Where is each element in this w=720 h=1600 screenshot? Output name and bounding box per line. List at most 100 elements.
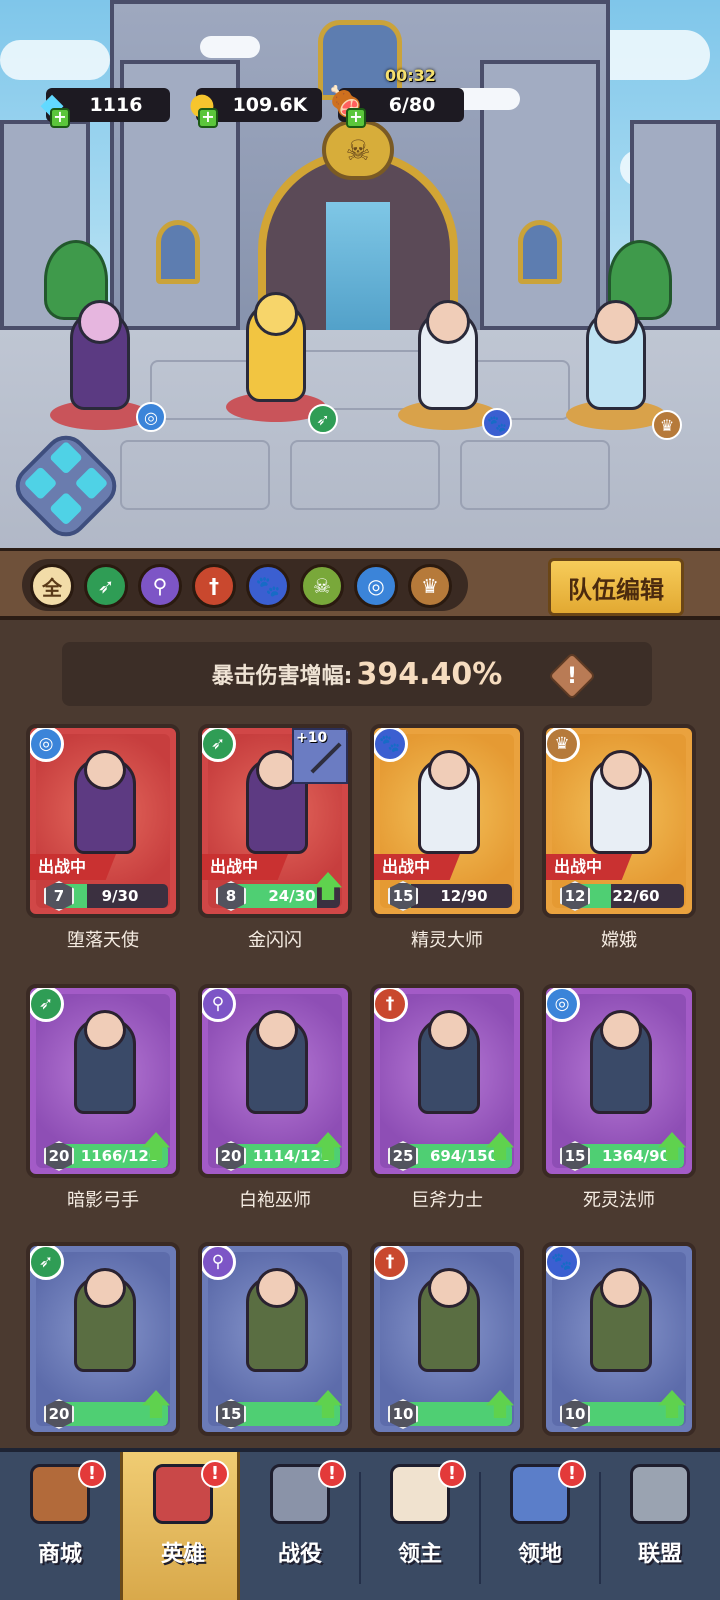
floor-tile [460,440,610,510]
hero-card[interactable]: 🐾 10 [542,1242,696,1436]
alert-badge: ! [318,1460,346,1488]
bow-icon: ➶ [308,404,338,434]
hero-portrait-head [428,750,470,790]
hero-portrait-head [600,750,642,790]
hero-card[interactable]: ➶ 1166/120 20 [26,984,180,1178]
bow-icon: ➶ [202,728,236,762]
hero-name: 堕落天使 [67,930,139,951]
dpad-cell [49,440,83,475]
deployed-tag: 出战中 [546,854,632,880]
swirl-icon: ◎ [546,988,580,1022]
battle-scene: ☠ 1116 ◆ + 109.6K ● + 6/80 🍖 + 00:32 ◎ ➶… [0,0,720,548]
gold-value: 109.6K [232,94,308,116]
staff-icon: ⚲ [202,988,236,1022]
nav-divider [479,1472,481,1584]
field-hero-golden-knight[interactable] [216,292,336,422]
snow [200,36,260,58]
nav-item-hero-cards[interactable]: ! 英雄 [120,1452,240,1600]
nav-label: 商城 [37,1542,82,1567]
field-hero-change[interactable] [556,300,676,430]
add-gems-button[interactable]: + [50,108,70,128]
hero-name: 白袍巫师 [239,1190,311,1211]
sword-icon: † [374,988,408,1022]
shard-progress-text: 12/90 [440,887,488,905]
team-edit-button[interactable]: 队伍编辑 [548,558,684,616]
hero-card[interactable]: ◎ 1364/90 15 [542,984,696,1178]
nav-item-castle[interactable]: ! 领地 [480,1452,600,1600]
hero-portrait-head [600,1268,642,1308]
hero-card[interactable]: † 10 [370,1242,524,1436]
paw-icon: 🐾 [255,574,281,598]
hero-card[interactable]: ➶ 20 [26,1242,180,1436]
stamina-value: 6/80 [388,94,436,116]
filter-sword[interactable]: † [192,564,236,608]
filter-bow[interactable]: ➶ [84,564,128,608]
hero-portrait-head [84,750,126,790]
hero-head [594,300,638,344]
hero-card[interactable]: 🐾 出战中 12/90 15 [370,724,524,918]
dpad-cell [23,466,58,501]
hero-card[interactable]: ⚲ 15 [198,1242,352,1436]
sword-icon: † [374,1246,408,1280]
swirl-icon: ◎ [136,402,166,432]
castle-window [156,220,200,284]
equipped-weapon-badge[interactable]: +10 [292,728,348,784]
hero-head [78,300,122,344]
floor-tile [290,440,440,510]
nav-item-crossed-swords[interactable]: ! 战役 [240,1452,360,1600]
staff-icon: ⚲ [202,1246,236,1280]
nav-item-chest[interactable]: ! 商城 [0,1452,120,1600]
wing-icon: ♛ [652,410,682,440]
game-screen: ☠ 1116 ◆ + 109.6K ● + 6/80 🍖 + 00:32 ◎ ➶… [0,0,720,1600]
hero-name: 死灵法师 [583,1190,655,1211]
hero-portrait-head [84,1268,126,1308]
swirl-icon: ◎ [30,728,64,762]
hero-card[interactable]: ◎ 出战中 9/30 7 [26,724,180,918]
wing-icon: ♛ [546,728,580,762]
gems-value: 1116 [89,94,143,116]
add-stamina-button[interactable]: + [346,108,366,128]
filter-skull[interactable]: ☠ [300,564,344,608]
nav-label: 领主 [397,1542,442,1567]
nav-item-crowned-lord[interactable]: ! 领主 [360,1452,480,1600]
cloud [0,40,110,80]
hero-name: 金闪闪 [248,930,302,951]
filter-bar: 全 ➶ ⚲ † 🐾 ☠ ◎ ♛ 队伍编辑 [0,548,720,620]
hero-name: 精灵大师 [411,930,483,951]
sword-icon: † [209,574,219,598]
deployed-tag: 出战中 [202,854,288,880]
filter-swirl[interactable]: ◎ [354,564,398,608]
filter-wing[interactable]: ♛ [408,564,452,608]
filter-staff[interactable]: ⚲ [138,564,182,608]
nav-label: 联盟 [637,1542,682,1567]
filter-all[interactable]: 全 [30,564,74,608]
hero-card[interactable]: ➶ +10 出战中 24/30 8 [198,724,352,918]
castle-window [518,220,562,284]
wing-icon: ♛ [421,574,439,598]
hero-portrait-head [600,1010,642,1050]
paw-icon: 🐾 [546,1246,580,1280]
add-gold-button[interactable]: + [198,108,218,128]
filter-paw[interactable]: 🐾 [246,564,290,608]
hero-portrait-head [84,1010,126,1050]
hero-card[interactable]: † 694/150 25 [370,984,524,1178]
nav-label: 战役 [277,1542,322,1567]
alert-badge: ! [201,1460,229,1488]
hero-portrait-head [256,1010,298,1050]
nav-divider [599,1472,601,1584]
crit-bonus-value: 394.40% [356,656,503,692]
shard-progress-text: 9/30 [101,887,139,905]
nav-item-knight-helmet[interactable]: 联盟 [600,1452,720,1600]
hero-card[interactable]: ♛ 出战中 22/60 12 [542,724,696,918]
dpad-cell [49,491,83,526]
paw-icon: 🐾 [374,728,408,762]
floor-tile [120,440,270,510]
hero-card[interactable]: ⚲ 1114/120 20 [198,984,352,1178]
stamina-timer: 00:32 [385,66,436,85]
bow-icon: ➶ [30,1246,64,1280]
shard-progress-text: 22/60 [612,887,660,905]
deployed-tag: 出战中 [30,854,116,880]
swirl-icon: ◎ [367,574,385,598]
hero-name: 巨斧力士 [411,1190,483,1211]
hero-portrait-head [428,1268,470,1308]
